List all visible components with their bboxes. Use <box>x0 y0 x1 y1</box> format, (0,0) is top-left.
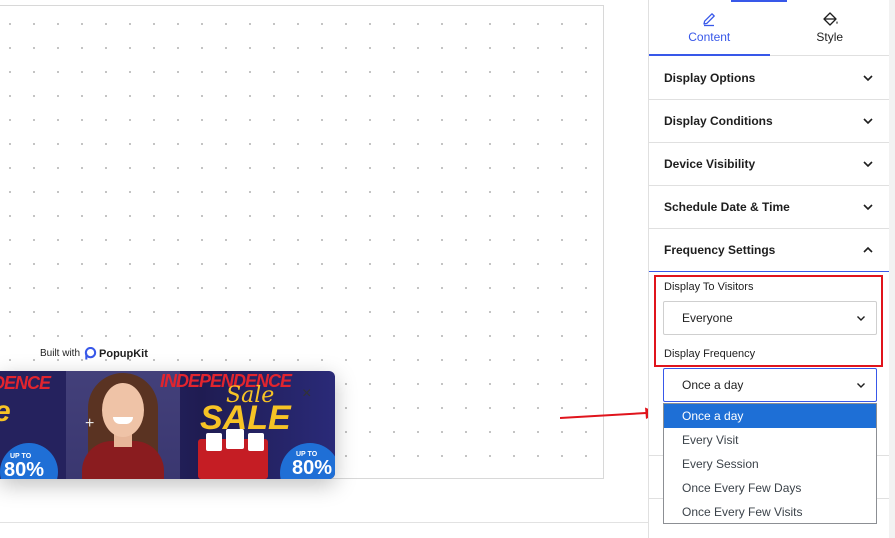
built-with-label: Built with <box>40 348 81 359</box>
chevron-down-icon <box>863 118 873 125</box>
red-highlight-annotation <box>654 275 883 367</box>
section-label: Display Options <box>664 71 756 85</box>
app-card-illustration <box>206 433 222 451</box>
badge-big: 80% <box>292 457 333 479</box>
editor-canvas: Built with PopupKit DENCE e UP TO 80% <box>0 0 648 538</box>
option-every-visit[interactable]: Every Visit <box>664 428 876 452</box>
section-display-conditions[interactable]: Display Conditions <box>649 100 890 143</box>
chevron-up-icon <box>863 246 873 253</box>
left-badge-big: 80% <box>4 459 45 479</box>
paint-bucket-icon <box>823 12 838 26</box>
popup-banner-left: DENCE e UP TO 80% <box>0 371 66 479</box>
built-with-popupkit[interactable]: Built with PopupKit <box>40 347 148 360</box>
left-discount-badge: UP TO 80% <box>0 443 58 479</box>
section-frequency-settings[interactable]: Frequency Settings <box>649 229 890 272</box>
pencil-icon <box>703 13 716 27</box>
chevron-down-icon <box>863 75 873 82</box>
canvas-divider <box>0 522 648 523</box>
section-label: Device Visibility <box>664 157 756 171</box>
tab-style-label: Style <box>816 30 844 44</box>
divider <box>649 455 663 456</box>
brand-name: PopupKit <box>99 347 148 360</box>
app-card-illustration <box>248 433 264 451</box>
frequency-dropdown-list: Once a day Every Visit Every Session Onc… <box>663 403 877 524</box>
display-frequency-select[interactable]: Once a day <box>663 368 877 402</box>
divider <box>877 455 889 456</box>
section-label: Frequency Settings <box>664 243 776 257</box>
tab-content[interactable]: Content <box>649 0 770 56</box>
section-device-visibility[interactable]: Device Visibility <box>649 143 890 186</box>
discount-badge: UP TO 80% <box>280 443 335 479</box>
option-once-every-few-days[interactable]: Once Every Few Days <box>664 476 876 500</box>
left-script: e <box>0 395 11 429</box>
left-headline: DENCE <box>0 373 51 393</box>
divider <box>649 498 663 499</box>
panel-tabs: Content Style <box>649 0 890 56</box>
red-arrow-annotation <box>560 407 658 419</box>
chevron-down-icon <box>863 204 873 211</box>
chevron-down-icon <box>857 383 865 388</box>
section-label: Schedule Date & Time <box>664 200 790 214</box>
panel-scrollbar[interactable] <box>889 0 895 538</box>
editor-screen: Built with PopupKit DENCE e UP TO 80% <box>0 0 895 538</box>
section-display-options[interactable]: Display Options <box>649 57 890 100</box>
add-block-icon[interactable]: + <box>85 415 94 433</box>
select-value: Once a day <box>682 378 744 392</box>
section-schedule-date-time[interactable]: Schedule Date & Time <box>649 186 890 229</box>
tab-style[interactable]: Style <box>770 0 891 55</box>
divider <box>877 498 889 499</box>
option-every-session[interactable]: Every Session <box>664 452 876 476</box>
popup-preview[interactable]: DENCE e UP TO 80% + INDEPENDENCE Sale SA… <box>0 371 335 479</box>
option-once-every-few-visits[interactable]: Once Every Few Visits <box>664 500 876 523</box>
option-once-a-day[interactable]: Once a day <box>664 404 876 428</box>
popup-close-icon[interactable]: × <box>302 385 311 403</box>
chevron-down-icon <box>863 161 873 168</box>
app-card-illustration <box>226 429 244 449</box>
tab-content-label: Content <box>688 30 731 44</box>
section-label: Display Conditions <box>664 114 773 128</box>
popupkit-logo-icon <box>84 347 97 360</box>
popup-banner-right: INDEPENDENCE Sale SALE × UP TO 80% <box>160 371 335 479</box>
popupkit-logo: PopupKit <box>84 347 148 360</box>
